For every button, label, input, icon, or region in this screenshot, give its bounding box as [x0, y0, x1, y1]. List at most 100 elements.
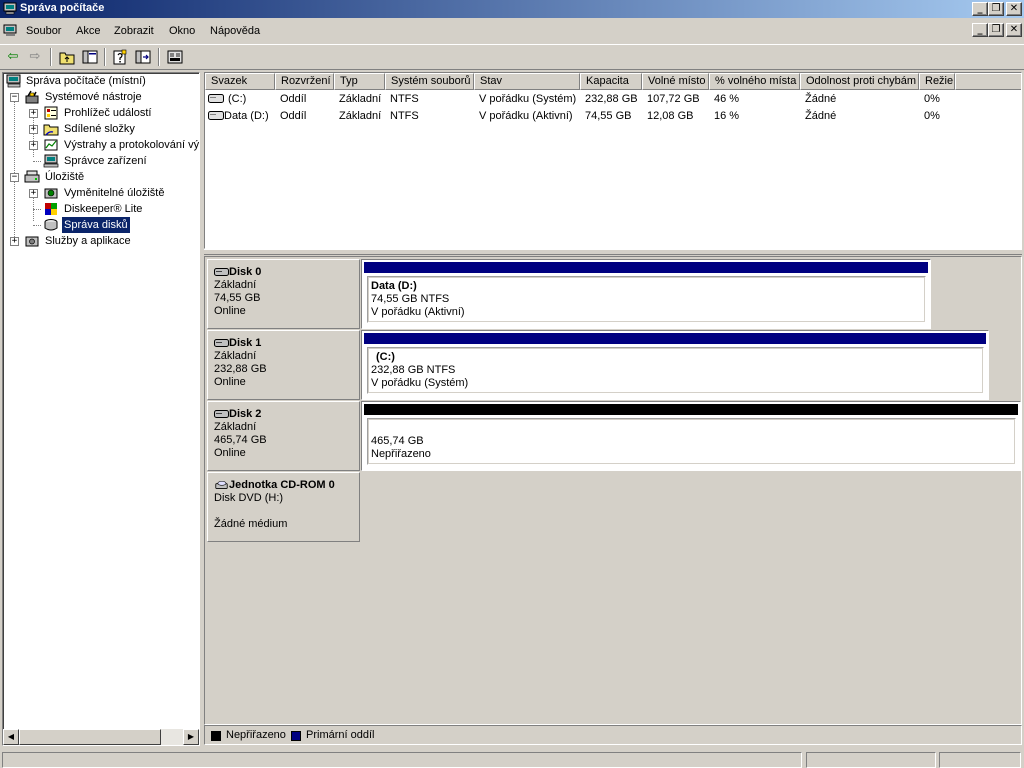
restore-button[interactable]: ❐ [988, 2, 1004, 16]
tree-item-root[interactable]: Správa počítače (místní) [3, 73, 199, 89]
tree-item-services[interactable]: + Služby a aplikace [3, 233, 199, 249]
partition-color-band [364, 333, 986, 344]
show-hide-tree-icon[interactable] [80, 48, 100, 66]
volume-percent-free: 16 % [714, 110, 740, 122]
tree-item-alerts[interactable]: + Výstrahy a protokolování výk [3, 137, 199, 153]
console-tree: Správa počítače (místní) − Systémové nás… [2, 72, 200, 746]
partition-data-d[interactable]: Data (D:) 74,55 GB NTFS V pořádku (Aktiv… [361, 259, 931, 329]
forward-icon[interactable]: ⇨ [25, 48, 45, 66]
column-header-free-space[interactable]: Volné místo [642, 73, 709, 90]
menu-file[interactable]: Soubor [26, 25, 61, 37]
close-button[interactable]: ✕ [1006, 2, 1022, 16]
expand-icon[interactable]: + [29, 125, 38, 134]
disk-status: Online [214, 447, 246, 459]
column-header-volume[interactable]: Svazek [205, 73, 275, 90]
disk-name: Disk 2 [229, 408, 262, 420]
status-panel-3 [939, 752, 1021, 768]
collapse-icon[interactable]: − [10, 93, 19, 102]
partition-detail: 232,88 GB NTFS [371, 364, 456, 376]
disk-name: Disk 0 [229, 266, 262, 278]
unallocated-space[interactable]: 465,74 GB Nepřiřazeno [361, 401, 1021, 471]
tree-horizontal-scrollbar[interactable]: ◀ ▶ [3, 729, 199, 745]
column-header-overhead[interactable]: Režie [919, 73, 955, 90]
disk-status: Online [214, 305, 246, 317]
export-list-icon[interactable] [133, 48, 153, 66]
disk-0-label[interactable]: Disk 0 Základní 74,55 GB Online [207, 259, 360, 329]
column-header-filesystem[interactable]: Systém souborů [385, 73, 474, 90]
menu-view[interactable]: Zobrazit [114, 25, 154, 37]
menu-help[interactable]: Nápověda [210, 25, 260, 37]
collapse-icon[interactable]: − [10, 173, 19, 182]
partition-box: Data (D:) 74,55 GB NTFS V pořádku (Aktiv… [367, 276, 926, 323]
tree-item-device-manager[interactable]: Správce zařízení [3, 153, 199, 169]
tree-item-storage[interactable]: − Úložiště [3, 169, 199, 185]
tree-item-shared-folders[interactable]: + Sdílené složky [3, 121, 199, 137]
column-header-status[interactable]: Stav [474, 73, 580, 90]
disk-name: Disk 1 [229, 337, 262, 349]
tree-item-disk-management[interactable]: Správa disků [3, 217, 199, 233]
toolbox-icon [25, 90, 39, 104]
scroll-left-button[interactable]: ◀ [3, 729, 19, 745]
storage-icon [24, 170, 40, 183]
volume-percent-free: 46 % [714, 93, 740, 105]
up-folder-icon[interactable] [57, 48, 77, 66]
legend-swatch-unallocated [211, 731, 221, 741]
cdrom-0-label[interactable]: Jednotka CD-ROM 0 Disk DVD (H:) Žádné mé… [207, 472, 360, 542]
volume-status: V pořádku (Systém) [479, 93, 577, 105]
tree-item-label: Vyměnitelné úložiště [64, 187, 165, 199]
mdi-restore-button[interactable]: ❐ [988, 23, 1004, 37]
mdi-minimize-button[interactable]: _ [972, 23, 988, 37]
disk-size: 232,88 GB [214, 363, 267, 375]
column-header-type[interactable]: Typ [334, 73, 385, 90]
volume-type: Základní [339, 93, 382, 105]
menu-action[interactable]: Akce [76, 25, 100, 37]
back-icon[interactable]: ⇦ [3, 48, 23, 66]
services-icon [25, 236, 39, 247]
column-header-layout[interactable]: Rozvržení [275, 73, 334, 90]
expand-icon[interactable]: + [10, 237, 19, 246]
partition-title: (C:) [376, 351, 395, 363]
toolbar-separator [50, 48, 52, 66]
disk-management-icon [44, 219, 58, 231]
tree-item-label: Správce zařízení [64, 155, 147, 167]
column-header-percent-free[interactable]: % volného místa [709, 73, 800, 90]
column-header-capacity[interactable]: Kapacita [580, 73, 642, 90]
disk-2-label[interactable]: Disk 2 Základní 465,74 GB Online [207, 401, 360, 471]
scroll-right-button[interactable]: ▶ [183, 729, 199, 745]
tree-item-removable-storage[interactable]: + Vyměnitelné úložiště [3, 185, 199, 201]
expand-icon[interactable]: + [29, 109, 38, 118]
disk-icon [214, 339, 229, 347]
system-menu-icon[interactable] [3, 24, 18, 37]
mdi-close-button[interactable]: ✕ [1006, 23, 1022, 37]
volume-type: Základní [339, 110, 382, 122]
tree-item-event-viewer[interactable]: + Prohlížeč událostí [3, 105, 199, 121]
expand-icon[interactable]: + [29, 189, 38, 198]
tree-item-label: Systémové nástroje [45, 91, 142, 103]
status-bar [0, 750, 1024, 768]
help-icon[interactable] [165, 48, 185, 66]
tree-item-label: Správa disků [62, 217, 130, 233]
tree-item-system-tools[interactable]: − Systémové nástroje [3, 89, 199, 105]
partition-state: V pořádku (Systém) [371, 377, 469, 389]
disk-name: Jednotka CD-ROM 0 [229, 479, 335, 491]
volume-name: (C:) [228, 93, 247, 105]
partition-c[interactable]: (C:) 232,88 GB NTFS V pořádku (Systém) [361, 330, 989, 400]
expand-icon[interactable]: + [29, 141, 38, 150]
tree-item-label: Prohlížeč událostí [64, 107, 152, 119]
disk-1-label[interactable]: Disk 1 Základní 232,88 GB Online [207, 330, 360, 400]
disk-status: Online [214, 376, 246, 388]
tree-item-diskeeper[interactable]: Diskeeper® Lite [3, 201, 199, 217]
pane-splitter[interactable] [204, 249, 1022, 255]
menu-window[interactable]: Okno [169, 25, 195, 37]
disk-type: Základní [214, 279, 257, 291]
volume-capacity: 232,88 GB [585, 93, 638, 105]
volume-fault-tolerance: Žádné [805, 110, 837, 122]
minimize-button[interactable]: _ [972, 2, 988, 16]
scroll-thumb[interactable] [19, 729, 161, 745]
column-header-fault-tolerance[interactable]: Odolnost proti chybám [800, 73, 919, 90]
volume-capacity: 74,55 GB [585, 110, 632, 122]
disk-size: 74,55 GB [214, 292, 261, 304]
event-viewer-icon [44, 106, 58, 120]
volume-filesystem: NTFS [390, 110, 419, 122]
properties-icon[interactable] [110, 48, 130, 66]
